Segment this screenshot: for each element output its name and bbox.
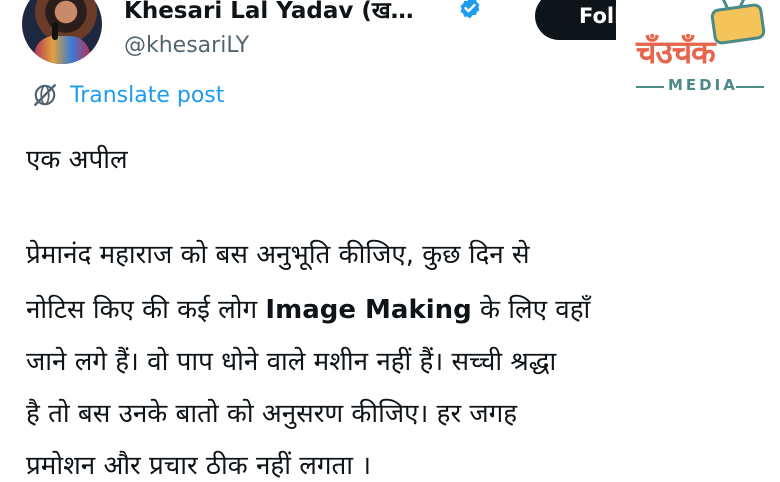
tweet-text-line: प्रमोशन और प्रचार ठीक नहीं लगता ।: [26, 451, 372, 481]
microphone-icon: [52, 22, 58, 40]
tweet-text-segment: के लिए वहाँ: [471, 295, 591, 325]
brand-submark: MEDIA: [668, 76, 738, 94]
globe-slash-icon: [34, 84, 56, 106]
brand-logo: चँउचँक MEDIA: [616, 0, 780, 102]
tweet-text-line: जाने लगे हैं। वो पाप धोने वाले मशीन नहीं…: [26, 347, 557, 377]
divider-left: [636, 86, 664, 88]
tweet-text-line: है तो बस उनके बातो को अनुसरण कीजिए। हर ज…: [26, 399, 518, 429]
tv-icon: [709, 2, 767, 46]
user-handle[interactable]: @khesariLY: [124, 33, 249, 58]
tweet-text-line: नोटिस किए की कई लोग Image Making के लिए …: [26, 290, 590, 326]
tweet-text-segment: नोटिस किए की कई लोग: [26, 295, 266, 325]
divider-right: [736, 86, 764, 88]
tweet-text-line: प्रेमानंद महाराज को बस अनुभूति कीजिए, कु…: [26, 240, 530, 270]
avatar-shirt: [34, 36, 90, 64]
tweet-text-line: एक अपील: [26, 145, 128, 175]
translate-post-row[interactable]: Translate post: [32, 80, 224, 110]
translate-post-link[interactable]: Translate post: [70, 83, 224, 108]
display-name[interactable]: Khesari Lal Yadav (ख…: [124, 0, 414, 25]
avatar[interactable]: [22, 0, 102, 64]
verified-badge-icon: [460, 0, 480, 19]
tweet-text-english-phrase: Image Making: [265, 295, 472, 325]
brand-wordmark: चँउचँक: [636, 33, 716, 71]
